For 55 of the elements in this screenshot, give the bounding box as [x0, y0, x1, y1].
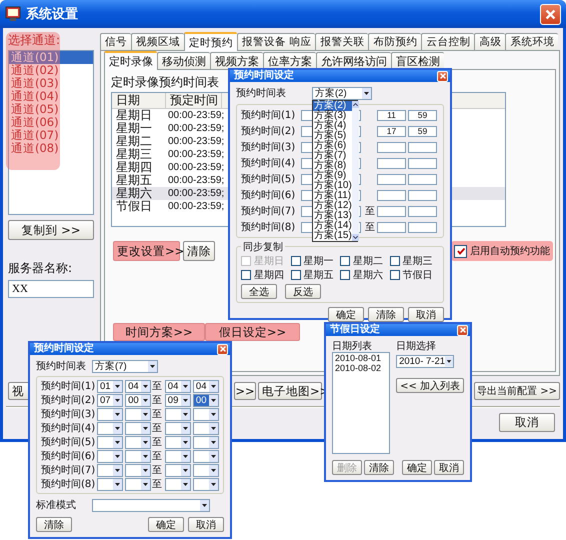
to-label: 至	[364, 205, 375, 218]
time-label: 预约时间(7)	[241, 204, 296, 218]
table-cell-text: 00:00-23:59;	[167, 174, 224, 187]
table-cell-text: 00:00-23:59;	[167, 187, 224, 200]
schedule-title: 定时录像预约时间表	[111, 74, 219, 90]
table-cell-text: 00:00-23:59;	[167, 109, 224, 122]
group-title: 同步复制	[241, 240, 285, 254]
table-cell-text: 星期三	[115, 148, 153, 161]
to-label: 至	[151, 450, 163, 463]
to-label: 至	[151, 464, 163, 477]
table-cell-text: 星期四	[115, 161, 153, 174]
to-label: 至	[151, 422, 163, 435]
table-cell-text: 00:00-23:59;	[167, 135, 224, 148]
plan-label: 预约时间表	[236, 86, 287, 100]
time-label: 预约时间(4)	[241, 156, 296, 170]
table-cell-text: 00:00-23:59;	[167, 161, 224, 174]
time-label: 预约时间(6)	[241, 188, 296, 202]
time-label: 预约时间(1)	[241, 108, 296, 122]
time-label: 预约时间(2)	[241, 124, 296, 138]
window-title: 系统设置	[26, 6, 79, 23]
to-label: 至	[151, 394, 163, 407]
table-cell-text: 星期日	[115, 109, 153, 122]
plan-label: 预约时间表	[36, 360, 87, 373]
time-label: 预约时间(3)	[41, 408, 95, 421]
channel-label: 选择通道:	[8, 32, 62, 48]
time-label: 预约时间(1)	[41, 380, 95, 393]
dialog-title: 节假日设定	[330, 324, 381, 336]
table-cell-text: 星期一	[115, 122, 153, 135]
to-label: 至	[151, 436, 163, 449]
time-label: 预约时间(3)	[241, 140, 296, 154]
mode-label: 标准模式	[36, 498, 77, 512]
table-cell-text: 星期六	[115, 187, 153, 200]
table-cell-text: 节假日	[115, 200, 153, 213]
to-label: 至	[151, 408, 163, 421]
table-cell-text: 星期五	[115, 174, 153, 187]
time-label: 预约时间(5)	[41, 436, 95, 449]
time-label: 预约时间(8)	[41, 478, 95, 491]
date-picker-label: 日期选择	[396, 340, 436, 352]
table-cell-text: 00:00-23:59;	[167, 200, 224, 213]
time-label: 预约时间(7)	[41, 464, 95, 477]
time-label: 预约时间(5)	[241, 172, 296, 186]
table-cell-text: 星期二	[115, 135, 153, 148]
to-label: 至	[364, 221, 375, 234]
to-label: 至	[151, 380, 163, 393]
time-label: 预约时间(6)	[41, 450, 95, 463]
to-label: 至	[151, 478, 163, 491]
time-label: 预约时间(4)	[41, 422, 95, 435]
time-label: 预约时间(2)	[41, 394, 95, 407]
table-cell-text: 00:00-23:59;	[167, 122, 224, 135]
table-cell-text: 00:00-23:59;	[167, 148, 224, 161]
date-list-label: 日期列表	[332, 340, 373, 352]
time-label: 预约时间(8)	[241, 220, 296, 234]
dialog-title: 预约时间设定	[234, 70, 295, 82]
dialog-title: 预约时间设定	[34, 343, 95, 355]
server-name-label: 服务器名称:	[8, 260, 74, 277]
